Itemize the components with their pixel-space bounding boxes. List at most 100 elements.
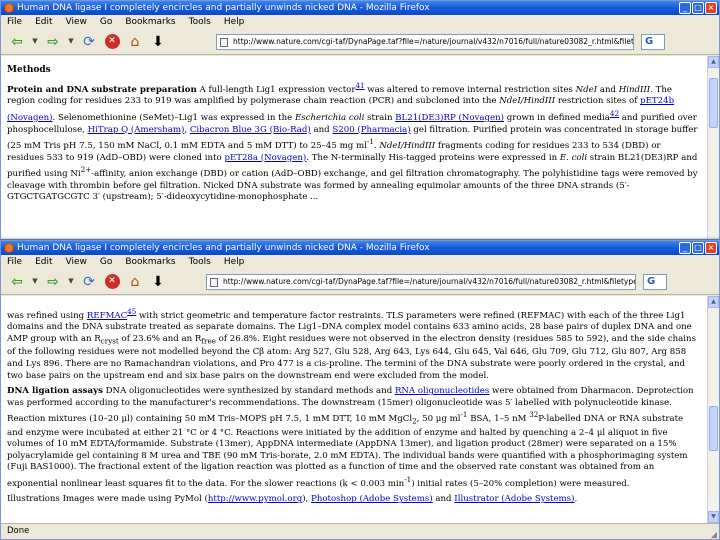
text: strain [364,112,396,123]
text: was refined using [7,310,87,321]
text: restriction sites of [555,96,641,107]
pymol-link[interactable]: http://www.pymol.org [208,494,302,504]
subscript: free [201,336,216,346]
illustrator-link[interactable]: Illustrator (Adobe Systems) [454,494,574,504]
title-bar[interactable]: Human DNA ligase I completely encircles … [1,241,719,255]
menu-help[interactable]: Help [224,15,245,29]
url-bar[interactable]: http://www.nature.com/cgi-taf/DynaPage.t… [206,273,636,290]
italic-text: HindIII [618,84,651,95]
text: and [310,124,333,135]
download-icon[interactable]: ⬇ [148,272,168,292]
text: grown in defined media [504,112,610,123]
menu-tools[interactable]: Tools [189,15,211,29]
menu-bar: File Edit View Go Bookmarks Tools Help [1,15,719,29]
text: P-labelled DNA or RNA substrate and enzy… [7,414,688,489]
title-bar[interactable]: Human DNA ligase I completely encircles … [1,1,719,15]
back-arrow-icon[interactable]: ⇦ [7,32,27,52]
menu-help[interactable]: Help [224,255,245,269]
home-icon[interactable]: ⌂ [125,32,145,52]
menu-edit[interactable]: Edit [35,15,52,29]
menu-bookmarks[interactable]: Bookmarks [125,15,175,29]
superscript: 2+ [80,165,92,175]
vendor-link[interactable]: RNA oligonucleotides [395,386,489,396]
back-arrow-icon[interactable]: ⇦ [7,272,27,292]
url-bar[interactable]: http://www.nature.com/cgi-taf/DynaPage.t… [216,33,634,50]
scroll-up-icon[interactable]: ▲ [708,56,719,68]
text: . [574,494,578,505]
vendor-link[interactable]: HiTrap Q (Amersham) [88,125,185,135]
forward-dropdown-icon[interactable]: ▼ [66,32,76,52]
minimize-button[interactable]: _ [679,2,691,14]
resize-grip-icon[interactable]: ◢ [711,527,717,539]
navigation-toolbar: ⇦ ▼ ⇨ ▼ ⟳ ✕ ⌂ ⬇ http://www.nature.com/cg… [1,269,719,295]
go-button[interactable]: G [641,33,665,50]
forward-arrow-icon[interactable]: ⇨ [43,32,63,52]
menu-view[interactable]: View [66,255,87,269]
text: ) initial rates (5–20% completion) were … [411,478,630,489]
reload-icon[interactable]: ⟳ [79,32,99,52]
menu-view[interactable]: View [66,15,87,29]
photoshop-link[interactable]: Photoshop (Adobe Systems) [311,494,433,504]
go-button[interactable]: G [643,273,667,290]
vendor-link[interactable]: S200 (Pharmacia) [332,125,410,135]
menu-file[interactable]: File [7,255,22,269]
page-content: Methods Protein and DNA substrate prepar… [1,56,707,239]
software-link[interactable]: REFMAC [87,311,127,321]
menu-go[interactable]: Go [100,15,112,29]
text: A full-length Lig1 expression vector [196,84,356,95]
text: DNA oligonucleotides were synthesized by… [102,386,395,397]
back-dropdown-icon[interactable]: ▼ [30,272,40,292]
stop-icon: ✕ [104,274,120,289]
text: , 50 μg ml [416,414,461,425]
text: was altered to remove internal restricti… [364,84,576,95]
ref-link[interactable]: 42 [610,109,619,118]
paragraph: was refined using REFMAC45 with strict g… [7,306,699,382]
menu-bar: File Edit View Go Bookmarks Tools Help [1,255,719,269]
menu-file[interactable]: File [7,15,22,29]
vertical-scrollbar[interactable]: ▲ ▼ [707,296,719,523]
text: Illustrations Images were made using PyM… [7,494,208,505]
vendor-link[interactable]: pET28a (Novagen) [224,153,306,163]
close-button[interactable]: × [705,242,717,254]
text: -affinity, anion exchange (DBD) or catio… [7,169,698,203]
back-dropdown-icon[interactable]: ▼ [30,32,40,52]
vendor-link[interactable]: BL21(DE3)RP (Novagen) [395,113,504,123]
go-icon: G [645,35,654,47]
scroll-thumb[interactable] [709,78,718,128]
forward-dropdown-icon[interactable]: ▼ [66,272,76,292]
vendor-link[interactable]: Cibacron Blue 3G (Bio-Rad) [190,125,311,135]
close-button[interactable]: × [705,2,717,14]
page-content: was refined using REFMAC45 with strict g… [1,296,707,523]
italic-text: Escherichia coli [294,112,365,123]
home-icon[interactable]: ⌂ [125,272,145,292]
stop-button[interactable]: ✕ [102,32,122,52]
ref-link[interactable]: 45 [127,307,136,316]
text: and [432,494,455,505]
browser-window-back: Human DNA ligase I completely encircles … [0,0,720,240]
minimize-button[interactable]: _ [679,242,691,254]
italic-text: NdeI/HindIII [379,140,436,151]
paragraph-lead: DNA ligation assays [7,386,103,397]
menu-tools[interactable]: Tools [189,255,211,269]
vertical-scrollbar[interactable]: ▲ [707,56,719,239]
ref-link[interactable]: 41 [355,81,364,90]
menu-edit[interactable]: Edit [35,255,52,269]
text: BSA, 1–5 nM [467,414,530,425]
maximize-button[interactable]: □ [692,242,704,254]
menu-bookmarks[interactable]: Bookmarks [125,255,175,269]
forward-arrow-icon[interactable]: ⇨ [43,272,63,292]
text: and [597,84,619,95]
stop-button[interactable]: ✕ [102,272,122,292]
status-bar: Done ◢ [1,523,719,539]
scroll-thumb[interactable] [709,406,718,451]
go-icon: G [647,275,656,287]
download-icon[interactable]: ⬇ [148,32,168,52]
maximize-button[interactable]: □ [692,2,704,14]
scroll-down-icon[interactable]: ▼ [708,511,719,523]
url-text: http://www.nature.com/cgi-taf/DynaPage.t… [233,36,634,46]
scroll-up-icon[interactable]: ▲ [708,296,719,308]
italic-text: NdeI [575,84,598,95]
reload-icon[interactable]: ⟳ [79,272,99,292]
page-icon [220,37,228,47]
menu-go[interactable]: Go [100,255,112,269]
